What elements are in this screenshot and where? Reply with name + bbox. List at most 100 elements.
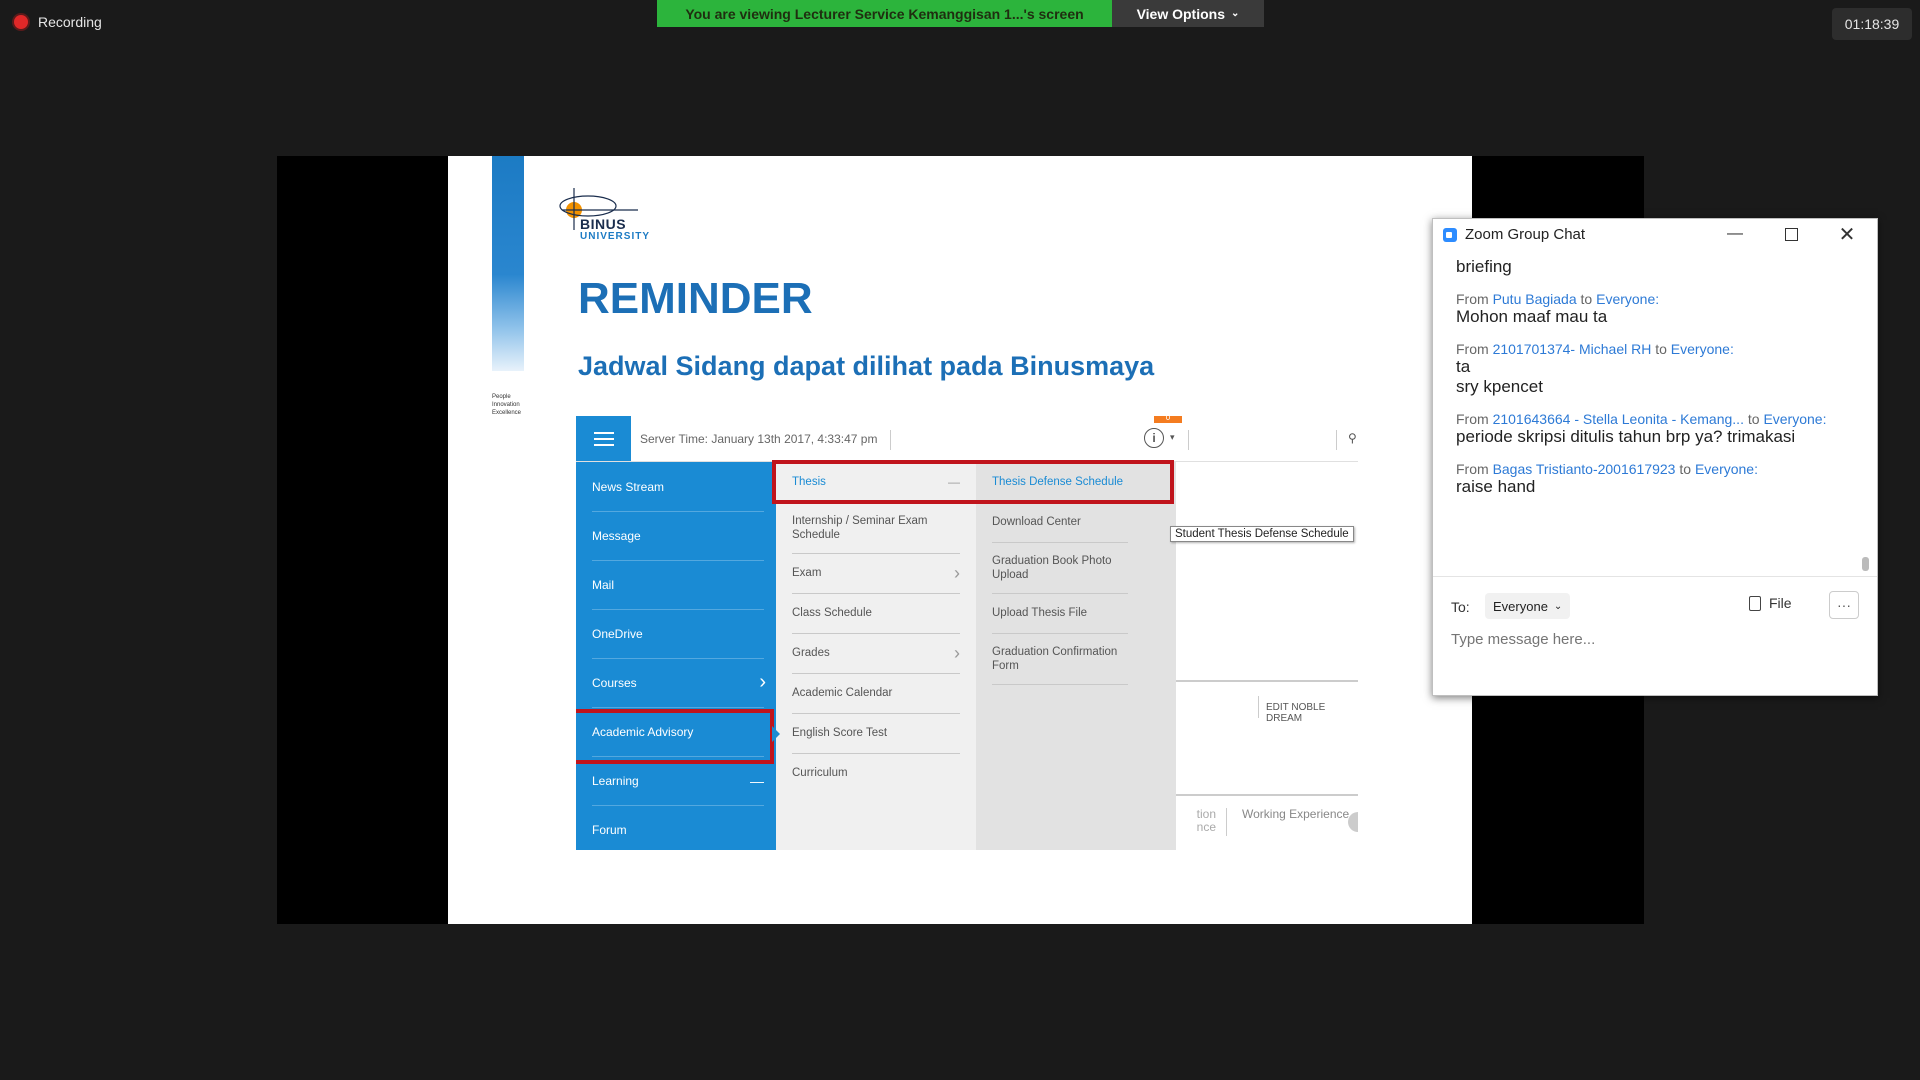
- maximize-icon: [1784, 227, 1798, 241]
- chat-scrollbar[interactable]: [1862, 557, 1869, 571]
- to-label: To:: [1451, 599, 1470, 615]
- nav-news-stream: News Stream: [592, 462, 764, 512]
- maximize-button[interactable]: [1763, 219, 1819, 249]
- nav-forum: Forum: [592, 822, 627, 837]
- chat-message: From 2101643664 - Stella Leonita - Keman…: [1456, 411, 1856, 447]
- chat-messages: briefing From Putu Bagiada to Everyone: …: [1456, 257, 1856, 497]
- slide-accent-bar: [492, 156, 524, 371]
- recipient: Everyone:: [1694, 461, 1758, 477]
- minimize-button[interactable]: —: [1707, 219, 1763, 249]
- chevron-right-icon: ›: [954, 563, 960, 583]
- hamburger-icon: [576, 416, 631, 461]
- message-text: ta: [1456, 357, 1471, 376]
- zoom-group-chat-window: Zoom Group Chat — ✕ briefing From Putu B…: [1432, 218, 1878, 696]
- view-options-label: View Options: [1136, 5, 1226, 22]
- divider: [1433, 576, 1877, 577]
- chat-message: From 2101701374- Michael RH to Everyone:…: [1456, 341, 1856, 397]
- menu-academic-calendar: Academic Calendar: [792, 673, 960, 714]
- message-text: briefing: [1456, 257, 1512, 276]
- nav-message: Message: [592, 511, 764, 561]
- recipient: Everyone:: [1596, 291, 1660, 307]
- more-options-button[interactable]: ···: [1829, 591, 1859, 619]
- slide-subtitle: Jadwal Sidang dapat dilihat pada Binusma…: [578, 351, 1155, 381]
- chevron-down-icon: ⌄: [1553, 600, 1563, 612]
- menu-internship: Internship / Seminar Exam Schedule: [792, 502, 960, 554]
- message-header: From Bagas Tristianto-2001617923 to Ever…: [1456, 461, 1758, 477]
- highlight-thesis: [772, 460, 1174, 504]
- chevron-right-icon: ›: [759, 671, 766, 693]
- divider: [1226, 808, 1227, 836]
- logo-text: BINUS: [580, 216, 627, 232]
- close-button[interactable]: ✕: [1819, 219, 1875, 249]
- search-icon: ⚲: [1348, 431, 1357, 445]
- divider: [1176, 680, 1358, 682]
- nav-mail: Mail: [592, 560, 764, 610]
- recording-indicator: Recording: [14, 14, 102, 30]
- file-button[interactable]: File: [1749, 595, 1792, 611]
- presentation-slide: People Innovation Excellence BINUS UNIVERS…: [448, 156, 1472, 924]
- emb-learning-menu: Thesis — Internship / Seminar Exam Schedu…: [776, 462, 976, 850]
- file-label: File: [1769, 595, 1792, 611]
- highlight-learning: [576, 709, 774, 764]
- menu-class-schedule: Class Schedule: [792, 593, 960, 634]
- sender: 2101643664 - Stella Leonita - Kemang...: [1492, 411, 1744, 427]
- nav-onedrive: OneDrive: [592, 609, 764, 659]
- chevron-down-icon: ⌄: [1231, 8, 1240, 19]
- menu-graduation-photo: Graduation Book Photo Upload: [992, 542, 1128, 594]
- message-text: periode skripsi ditulis tahun brp ya? tr…: [1456, 427, 1796, 446]
- divider: [1176, 794, 1358, 796]
- sender: Putu Bagiada: [1492, 291, 1577, 307]
- server-time: Server Time: January 13th 2017, 4:33:47 …: [640, 432, 878, 446]
- nav-courses: Courses ›: [592, 658, 766, 708]
- viewing-banner: You are viewing Lecturer Service Kemangg…: [657, 0, 1112, 27]
- menu-graduation-confirmation: Graduation Confirmation Form: [992, 633, 1128, 685]
- emb-nav: News Stream Message Mail OneDrive Course…: [576, 462, 776, 850]
- tab-working-experience: Working Experience: [1242, 807, 1350, 821]
- divider: [890, 430, 891, 450]
- menu-curriculum: Curriculum: [792, 767, 848, 779]
- caret-down-icon: ▾: [1170, 432, 1175, 442]
- menu-grades: Grades ›: [792, 633, 960, 674]
- chat-message: From Putu Bagiada to Everyone: Mohon maa…: [1456, 291, 1856, 327]
- recipient: Everyone:: [1670, 341, 1734, 357]
- elapsed-time: 01:18:39: [1832, 8, 1912, 40]
- sender: Bagas Tristianto-2001617923: [1492, 461, 1676, 477]
- zoom-logo-icon: [1443, 228, 1457, 242]
- recording-icon: [14, 15, 28, 29]
- message-text: raise hand: [1456, 477, 1536, 496]
- emb-thesis-menu: Thesis Defense Schedule Download Center …: [976, 462, 1176, 850]
- view-options-button[interactable]: View Options ⌄: [1112, 0, 1264, 27]
- embedded-screenshot: Server Time: January 13th 2017, 4:33:47 …: [576, 416, 1358, 850]
- notification-badge: 0: [1154, 416, 1182, 423]
- info-icon: i: [1144, 428, 1164, 448]
- recipient-dropdown[interactable]: Everyone ⌄: [1485, 593, 1571, 619]
- tooltip: Student Thesis Defense Schedule: [1170, 526, 1354, 542]
- sender: 2101701374- Michael RH: [1492, 341, 1652, 357]
- divider: [1336, 430, 1337, 450]
- tab-partial: tion nce: [1196, 807, 1216, 834]
- edit-noble-dream: EDIT NOBLE DREAM: [1266, 702, 1326, 724]
- menu-upload-thesis: Upload Thesis File: [992, 593, 1128, 634]
- message-header: From 2101701374- Michael RH to Everyone:: [1456, 341, 1734, 357]
- chat-title: Zoom Group Chat: [1465, 226, 1586, 243]
- message-header: From Putu Bagiada to Everyone:: [1456, 291, 1660, 307]
- message-header: From 2101643664 - Stella Leonita - Keman…: [1456, 411, 1827, 427]
- recipient-value: Everyone: [1493, 598, 1548, 614]
- slide-title: REMINDER: [578, 274, 813, 323]
- chat-message: From Bagas Tristianto-2001617923 to Ever…: [1456, 461, 1856, 497]
- menu-download-center: Download Center: [992, 502, 1128, 543]
- selected-marker: [772, 726, 780, 742]
- message-text: Mohon maaf mau ta: [1456, 307, 1608, 326]
- circle-icon: [1348, 812, 1358, 832]
- chevron-right-icon: ›: [954, 643, 960, 663]
- minus-icon: —: [750, 772, 764, 789]
- recipient: Everyone:: [1763, 411, 1827, 427]
- divider: [1188, 430, 1189, 450]
- file-icon: [1749, 595, 1761, 611]
- recording-label: Recording: [38, 14, 102, 30]
- message-input[interactable]: [1451, 631, 1851, 648]
- menu-english-score: English Score Test: [792, 713, 960, 754]
- divider: [1258, 696, 1259, 718]
- logo-subtext: UNIVERSITY: [580, 231, 651, 242]
- message-text: sry kpencet: [1456, 377, 1543, 396]
